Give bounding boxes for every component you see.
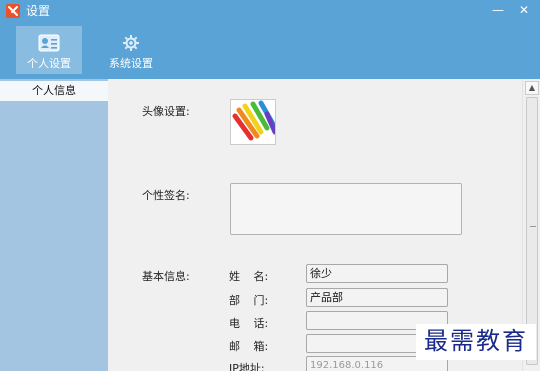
gear-icon [120, 33, 142, 53]
tab-system-settings[interactable]: 系统设置 [98, 26, 164, 74]
avatar-settings-label: 头像设置: [142, 105, 190, 118]
colored-pencils-image [231, 100, 275, 144]
sidebar: 个人信息 [0, 79, 108, 371]
email-field-label: 邮 箱: [229, 340, 269, 353]
scrollbar-grip [530, 226, 536, 227]
basic-info-label: 基本信息: [142, 270, 190, 283]
name-field[interactable]: 徐少 [306, 264, 448, 283]
minimize-button[interactable]: — [486, 0, 510, 20]
sidebar-item-personal-info[interactable]: 个人信息 [0, 81, 108, 101]
avatar[interactable] [230, 99, 276, 145]
scroll-up-arrow-icon[interactable]: ▲ [525, 81, 539, 95]
id-card-icon [38, 33, 60, 53]
ip-address-field-label: IP地址: [229, 362, 265, 371]
tab-personal-settings-label: 个人设置 [27, 57, 71, 70]
signature-textarea[interactable] [230, 183, 462, 235]
close-button[interactable]: ✕ [512, 0, 536, 20]
name-field-label: 姓 名: [229, 270, 269, 283]
window-title: 设置 [26, 4, 51, 18]
department-field[interactable]: 产品部 [306, 288, 448, 307]
title-bar: 设置 — ✕ [0, 0, 540, 22]
department-field-label: 部 门: [229, 294, 269, 307]
phone-field-label: 电 话: [229, 317, 269, 330]
tab-personal-settings[interactable]: 个人设置 [16, 26, 82, 74]
signature-label: 个性签名: [142, 189, 190, 202]
toolbar: 个人设置 系统设置 [0, 22, 540, 79]
watermark: 最需教育 [416, 324, 536, 360]
tab-system-settings-label: 系统设置 [109, 57, 153, 70]
app-logo-icon [6, 4, 20, 18]
